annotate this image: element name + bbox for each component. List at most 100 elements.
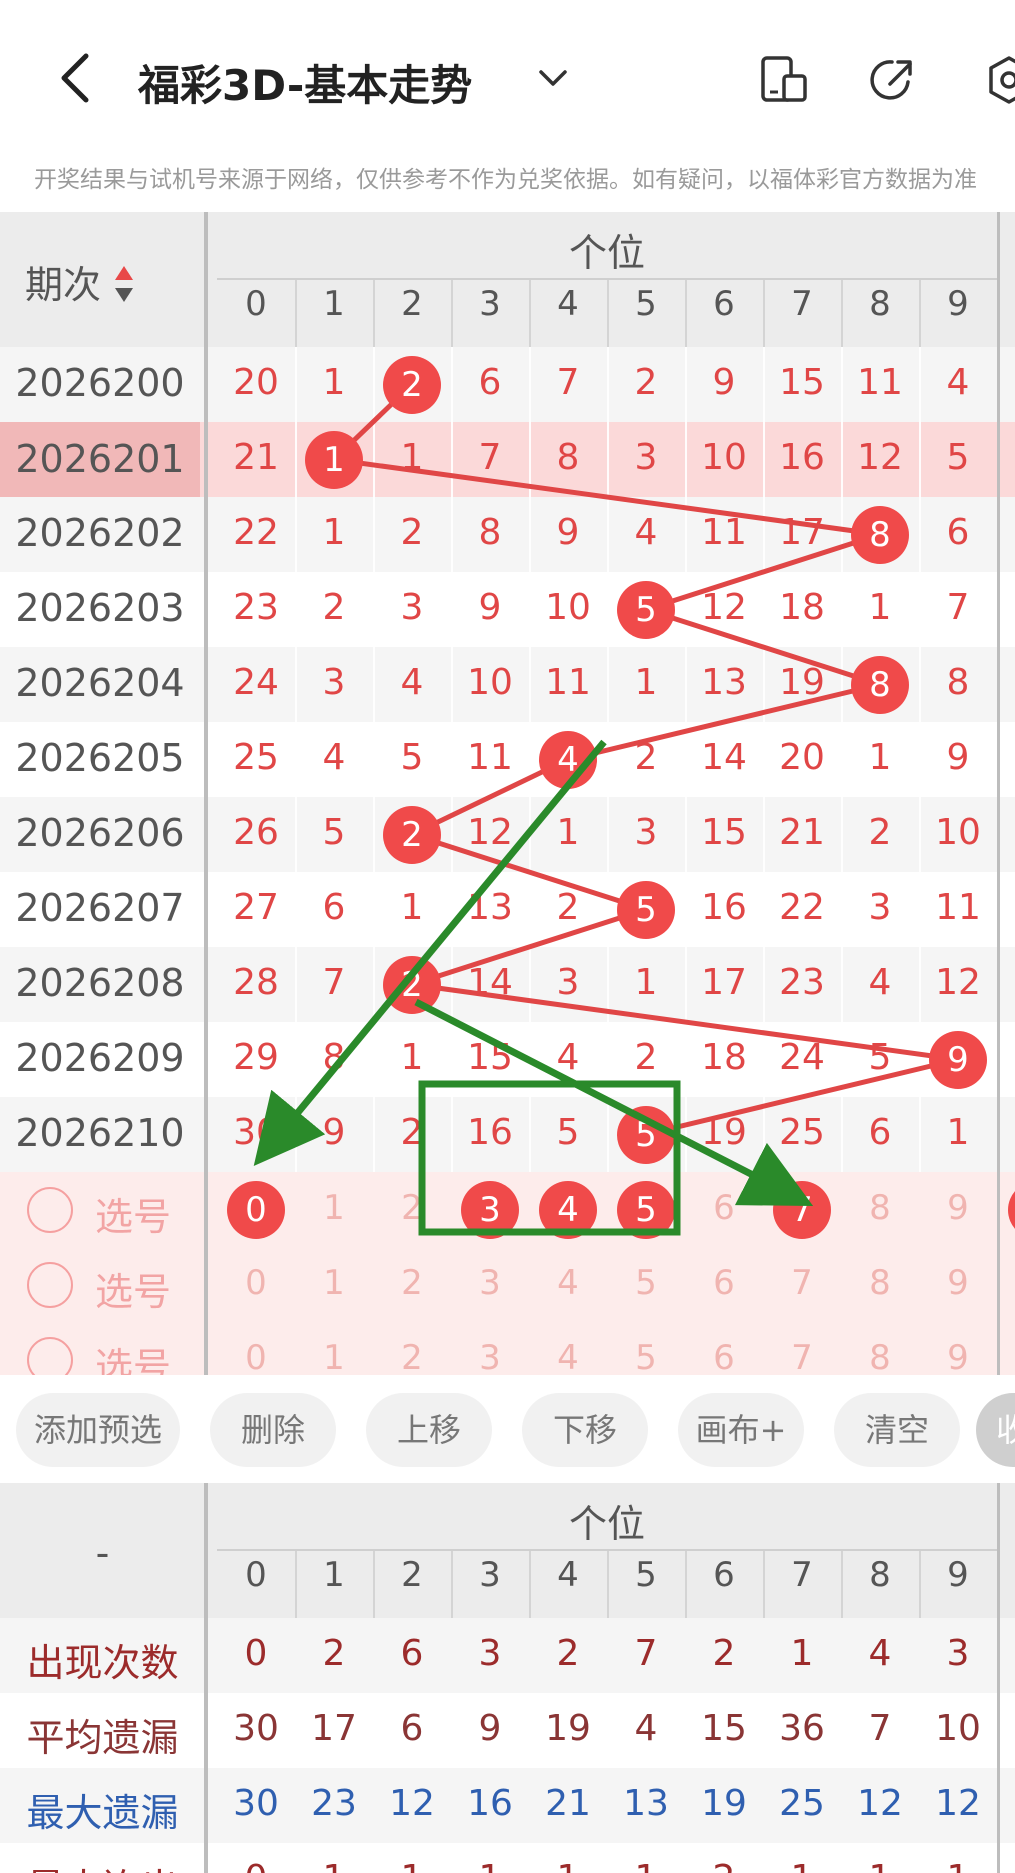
pick-radio[interactable]	[27, 1261, 73, 1308]
trend-row[interactable]: 2026208 28 72 14 3 1 17 23 4 12	[0, 947, 1015, 1022]
omission-cell: 9	[946, 736, 970, 778]
app-root: 福彩3D-基本走势 开奖结果与试机号来源于网络，仅供参考不作为兑奖依据。如有疑问…	[0, 0, 1015, 1873]
collapse-button[interactable]: 收	[976, 1393, 1015, 1467]
stats-value: 9	[478, 1707, 502, 1749]
back-arrow-icon[interactable]	[48, 48, 108, 108]
pick-digit[interactable]: 9	[919, 1263, 997, 1303]
issue-header[interactable]: 期次	[0, 254, 160, 309]
share-icon[interactable]	[868, 54, 916, 106]
add-preselect-button[interactable]: 添加预选	[16, 1393, 180, 1467]
grid-line	[841, 497, 843, 572]
pick-digit[interactable]: 4	[529, 1338, 607, 1378]
pick-digit[interactable]: 8	[841, 1338, 919, 1378]
omission-cell: 3	[400, 586, 424, 628]
pick-digit[interactable]: 9	[919, 1338, 997, 1378]
pick-digit[interactable]: 0	[217, 1338, 295, 1378]
grid-line	[607, 872, 609, 947]
trend-row[interactable]: 2026210 30 9 2 16 55 19 25 6 1	[0, 1097, 1015, 1172]
trend-row[interactable]: 202620525451142142019	[0, 722, 1015, 797]
grid-line	[295, 422, 297, 497]
pick-digit[interactable]: 8	[841, 1188, 919, 1228]
move-down-button[interactable]: 下移	[522, 1393, 648, 1467]
pick-digit[interactable]: 2	[373, 1263, 451, 1303]
selected-digit-ball[interactable]: 0	[227, 1180, 285, 1239]
omission-cell: 4	[634, 511, 658, 553]
grid-line	[529, 797, 531, 872]
grid-line	[919, 1097, 921, 1172]
canvas-plus-button[interactable]: 画布+	[678, 1393, 804, 1467]
pick-digit[interactable]: 1	[295, 1188, 373, 1228]
stats-value: 7	[868, 1707, 892, 1749]
chevron-down-icon[interactable]	[535, 60, 571, 96]
pick-row[interactable]: 选号 0 1 2 3 4 5 6 7 8 9	[0, 1247, 1015, 1322]
sort-icon[interactable]	[113, 264, 135, 304]
grid-line	[607, 1097, 609, 1172]
selected-digit-ball[interactable]: 3	[461, 1180, 519, 1239]
trend-row[interactable]: 2026206265212131521210	[0, 797, 1015, 872]
stats-digit-header-0: 0	[245, 1555, 267, 1595]
grid-line	[295, 1022, 297, 1097]
grid-line	[451, 497, 453, 572]
stats-digit-header-2: 2	[401, 1555, 423, 1595]
pick-digit[interactable]: 5	[607, 1338, 685, 1378]
pick-digit[interactable]: 4	[529, 1263, 607, 1303]
pick-digit[interactable]: 7	[763, 1338, 841, 1378]
pick-row[interactable]: 选号 0 1 2 3 4 5 6 7 8 9	[0, 1172, 1015, 1247]
trend-row[interactable]: 2026209 29 8 1 15 4 2 18 24 59	[0, 1022, 1015, 1097]
pick-digit[interactable]: 9	[919, 1188, 997, 1228]
omission-cell: 7	[478, 436, 502, 478]
pick-digit[interactable]: 8	[841, 1263, 919, 1303]
pick-digit[interactable]: 2	[373, 1188, 451, 1228]
pick-digit[interactable]: 2	[373, 1338, 451, 1378]
pick-digit[interactable]: 3	[451, 1338, 529, 1378]
device-icon[interactable]	[760, 54, 808, 106]
selected-digit-ball[interactable]: 7	[773, 1180, 831, 1239]
stats-value: 1	[529, 1858, 607, 1873]
move-up-button[interactable]: 上移	[366, 1393, 492, 1467]
stats-value: 4	[868, 1632, 892, 1674]
omission-cell: 24	[233, 661, 279, 703]
pick-digit[interactable]: 0	[217, 1263, 295, 1303]
omission-cell: 2	[322, 586, 346, 628]
omission-cell: 20	[233, 361, 279, 403]
trend-row[interactable]: 2026201 21 11 7 8 3 10 16 12 5	[0, 422, 1015, 497]
issue-number: 2026206	[15, 810, 185, 855]
selected-digit-ball[interactable]: 4	[539, 1180, 597, 1239]
settings-icon[interactable]	[985, 54, 1015, 106]
grid-line	[607, 1022, 609, 1097]
pick-digit[interactable]: 1	[295, 1263, 373, 1303]
trend-row[interactable]: 20262002012672915114	[0, 347, 1015, 422]
grid-line	[841, 872, 843, 947]
pick-digit[interactable]: 6	[685, 1188, 763, 1228]
pick-digit[interactable]: 6	[685, 1263, 763, 1303]
pick-digit[interactable]: 7	[763, 1263, 841, 1303]
omission-cell: 23	[779, 961, 825, 1003]
clear-button[interactable]: 清空	[834, 1393, 960, 1467]
grid-line	[529, 722, 531, 797]
pick-radio[interactable]	[27, 1186, 73, 1233]
omission-cell: 1	[868, 586, 892, 628]
grid-line	[607, 722, 609, 797]
page-title[interactable]: 福彩3D-基本走势	[138, 52, 472, 113]
selected-digit-ball[interactable]: 5	[617, 1180, 675, 1239]
omission-cell: 1	[400, 1036, 424, 1078]
grid-line	[841, 722, 843, 797]
delete-button[interactable]: 删除	[210, 1393, 336, 1467]
stats-value: 1	[841, 1858, 919, 1873]
pick-digit[interactable]: 3	[451, 1263, 529, 1303]
pick-digit[interactable]: 6	[685, 1338, 763, 1378]
stats-row: 最大遗漏 30 23 12 16 21 13 19 25 12 12	[0, 1768, 1015, 1843]
pick-digit[interactable]: 1	[295, 1338, 373, 1378]
stats-value: 6	[400, 1707, 424, 1749]
omission-cell: 2	[634, 1036, 658, 1078]
issue-number: 2026207	[15, 885, 185, 930]
winning-number-ball: 9	[929, 1030, 987, 1089]
grid-line	[763, 1097, 765, 1172]
trend-row[interactable]: 202620323239105121817	[0, 572, 1015, 647]
grid-line	[373, 497, 375, 572]
omission-cell: 8	[478, 511, 502, 553]
grid-line	[373, 797, 375, 872]
pick-digit[interactable]: 5	[607, 1263, 685, 1303]
trend-row[interactable]: 2026207 27 6 1 13 25 16 22 3 11	[0, 872, 1015, 947]
stats-value: 10	[935, 1707, 981, 1749]
